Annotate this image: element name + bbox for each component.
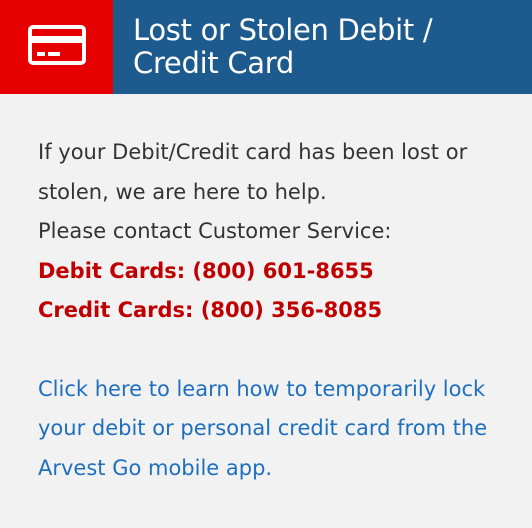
lost-card-panel: Lost or Stolen Debit / Credit Card If yo… xyxy=(0,0,532,528)
header-icon-box xyxy=(0,0,113,94)
intro-text: If your Debit/Credit card has been lost … xyxy=(38,140,468,204)
page-title: Lost or Stolen Debit / Credit Card xyxy=(133,13,433,80)
header-title-box: Lost or Stolen Debit / Credit Card xyxy=(113,0,532,94)
debit-phone: Debit Cards: (800) 601-8655 xyxy=(38,258,374,283)
contact-text: Please contact Customer Service: xyxy=(38,219,392,243)
panel-header: Lost or Stolen Debit / Credit Card xyxy=(0,0,532,94)
lock-card-help-link[interactable]: Click here to learn how to temporarily l… xyxy=(38,370,508,489)
credit-phone: Credit Cards: (800) 356-8085 xyxy=(38,298,383,322)
panel-body: If your Debit/Credit card has been lost … xyxy=(38,133,508,488)
credit-card-icon xyxy=(27,24,86,70)
